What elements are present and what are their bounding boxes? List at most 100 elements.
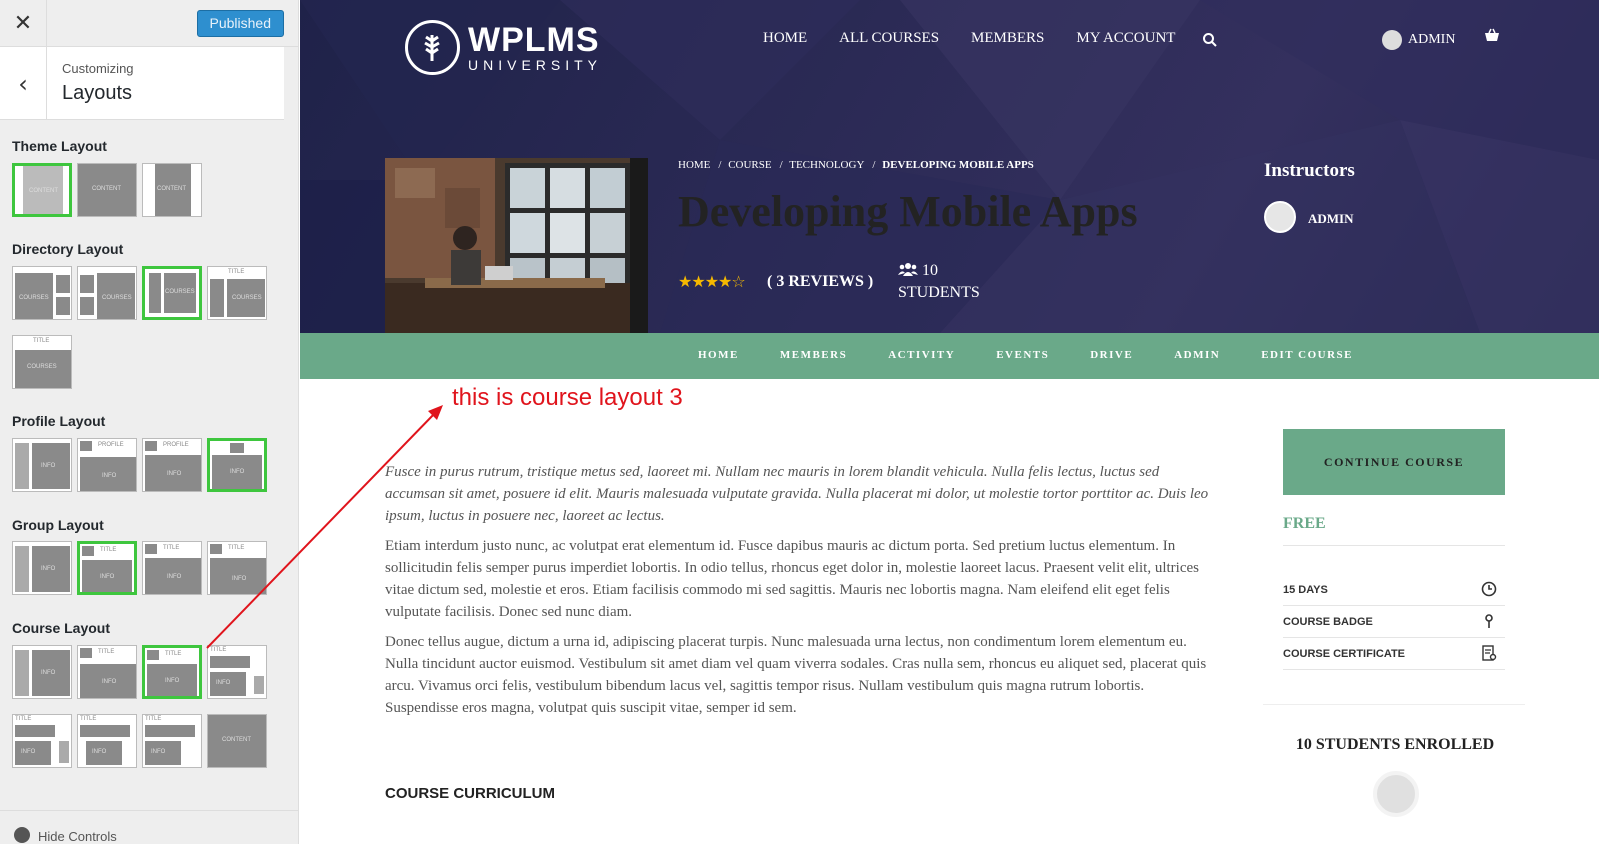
breadcrumb-technology[interactable]: TECHNOLOGY	[789, 159, 864, 171]
course-layout-option-1[interactable]: INFO	[12, 645, 72, 699]
instructor-avatar[interactable]	[1264, 201, 1296, 233]
close-icon[interactable]: ✕	[0, 0, 47, 47]
customizer-footer: Hide Controls	[0, 810, 298, 844]
customizer-panel: ✕ Published ‹ Customizing Layouts Theme …	[0, 0, 299, 844]
profile-layout-option-1[interactable]: INFO	[12, 438, 72, 492]
course-description: Fusce in purus rutrum, tristique metus s…	[385, 461, 1217, 727]
course-tab-drive[interactable]: DRIVE	[1090, 349, 1133, 361]
nav-my-account[interactable]: MY ACCOUNT	[1076, 30, 1175, 47]
directory-layout-option-5[interactable]: TITLE COURSES	[12, 335, 72, 389]
students-label: STUDENTS	[898, 284, 980, 301]
students-count: 10	[922, 262, 938, 279]
course-layout-option-5[interactable]: TITLE INFO	[12, 714, 72, 768]
description-paragraph: Donec tellus augue, dictum a urna id, ad…	[385, 634, 1207, 716]
theme-layout-heading: Theme Layout	[12, 138, 107, 154]
course-certificate: COURSE CERTIFICATE	[1283, 645, 1505, 661]
group-layout-option-2[interactable]: TITLE INFO	[77, 541, 137, 595]
site-logo[interactable]: WPLMS UNIVERSITY	[405, 20, 602, 75]
search-icon[interactable]	[1202, 32, 1218, 48]
theme-layout-option-3[interactable]: CONTENT	[142, 163, 202, 217]
nav-all-courses[interactable]: ALL COURSES	[839, 30, 939, 47]
continue-course-button[interactable]: CONTINUE COURSE	[1283, 429, 1505, 495]
cart-icon[interactable]	[1483, 28, 1501, 46]
course-hero: WPLMS UNIVERSITY HOME ALL COURSES MEMBER…	[300, 0, 1599, 333]
theme-layout-option-1[interactable]: CONTENT	[12, 163, 72, 217]
profile-layout-option-2[interactable]: PROFILE INFO	[77, 438, 137, 492]
customizer-top-bar: ✕ Published	[0, 0, 298, 47]
group-layout-heading: Group Layout	[12, 517, 104, 533]
course-layout-heading: Course Layout	[12, 620, 111, 636]
divider	[1283, 605, 1505, 606]
instructor-name[interactable]: ADMIN	[1308, 211, 1354, 227]
profile-layout-option-4[interactable]: INFO	[207, 438, 267, 492]
directory-layout-option-1[interactable]: COURSES	[12, 266, 72, 320]
reviews-count[interactable]: ( 3 REVIEWS )	[767, 273, 873, 291]
hide-controls-button[interactable]: Hide Controls	[38, 829, 117, 844]
breadcrumb-current: DEVELOPING MOBILE APPS	[882, 159, 1034, 171]
students-enrolled: 10 STUDENTS ENROLLED	[1295, 736, 1495, 753]
user-name: ADMIN	[1408, 32, 1456, 47]
course-layout-option-3[interactable]: TITLE INFO	[142, 645, 202, 699]
customizer-section-header: ‹ Customizing Layouts	[0, 47, 284, 120]
laurel-seal-icon	[405, 20, 460, 75]
course-duration: 15 DAYS	[1283, 581, 1505, 597]
clock-icon	[1481, 581, 1497, 597]
course-layout-option-4[interactable]: TITLE INFO	[207, 645, 267, 699]
breadcrumb: HOME / COURSE / TECHNOLOGY / DEVELOPING MOB…	[678, 159, 1034, 171]
course-layout-option-7[interactable]: TITLE INFO	[142, 714, 202, 768]
course-badge: COURSE BADGE	[1283, 614, 1505, 628]
customizer-title: Layouts	[62, 82, 133, 104]
course-title: Developing Mobile Apps	[678, 187, 1138, 236]
divider	[1263, 704, 1525, 705]
certificate-icon	[1482, 645, 1497, 661]
group-layout-option-3[interactable]: TITLE INFO	[142, 541, 202, 595]
description-paragraph: Fusce in purus rutrum, tristique metus s…	[385, 464, 1209, 524]
course-tab-members[interactable]: MEMBERS	[780, 349, 847, 361]
back-icon[interactable]: ‹	[0, 47, 47, 120]
description-paragraph: Etiam interdum justo nunc, ac volutpat e…	[385, 538, 1199, 620]
breadcrumb-home[interactable]: HOME	[678, 159, 710, 171]
course-tab-edit-course[interactable]: EDIT COURSE	[1261, 349, 1353, 361]
directory-layout-option-2[interactable]: COURSES	[77, 266, 137, 320]
directory-layout-option-4[interactable]: TITLE COURSES	[207, 266, 267, 320]
divider	[1283, 545, 1505, 546]
directory-layout-heading: Directory Layout	[12, 241, 124, 257]
logo-sub-text: UNIVERSITY	[468, 56, 603, 73]
badge-icon	[1485, 614, 1493, 628]
course-tab-events[interactable]: EVENTS	[996, 349, 1049, 361]
divider	[1283, 637, 1505, 638]
breadcrumb-course[interactable]: COURSE	[728, 159, 771, 171]
logo-main-text: WPLMS	[468, 20, 600, 59]
theme-layout-option-2[interactable]: CONTENT	[77, 163, 137, 217]
profile-layout-option-3[interactable]: PROFILE INFO	[142, 438, 202, 492]
course-layout-option-2[interactable]: TITLE INFO	[77, 645, 137, 699]
annotation-text: this is course layout 3	[452, 384, 683, 411]
avatar	[1382, 30, 1402, 50]
course-layout-option-6[interactable]: TITLE INFO	[77, 714, 137, 768]
divider	[1283, 669, 1505, 670]
curriculum-heading: COURSE CURRICULUM	[385, 785, 555, 802]
course-subnav: HOME MEMBERS ACTIVITY EVENTS DRIVE ADMIN…	[300, 333, 1599, 379]
student-avatar[interactable]	[1373, 771, 1419, 817]
publish-button[interactable]: Published	[196, 10, 284, 37]
group-layout-option-4[interactable]: TITLE INFO	[207, 541, 267, 595]
instructors-heading: Instructors	[1264, 160, 1355, 181]
directory-layout-option-3[interactable]: COURSES	[142, 266, 202, 320]
course-price: FREE	[1283, 515, 1326, 532]
users-icon	[898, 263, 918, 276]
course-tab-admin[interactable]: ADMIN	[1174, 349, 1220, 361]
nav-home[interactable]: HOME	[763, 30, 807, 47]
main-navigation: HOME ALL COURSES MEMBERS MY ACCOUNT	[763, 30, 1207, 47]
star-rating-icon: ★★★★☆	[678, 272, 746, 291]
nav-members[interactable]: MEMBERS	[971, 30, 1044, 47]
customizer-subheading: Customizing	[62, 61, 134, 76]
course-tab-activity[interactable]: ACTIVITY	[888, 349, 955, 361]
course-featured-image	[385, 158, 648, 333]
site-preview: WPLMS UNIVERSITY HOME ALL COURSES MEMBER…	[300, 0, 1599, 844]
course-layout-option-8[interactable]: CONTENT	[207, 714, 267, 768]
hide-controls-icon[interactable]	[14, 827, 30, 843]
group-layout-option-1[interactable]: INFO	[12, 541, 72, 595]
course-tab-home[interactable]: HOME	[698, 349, 739, 361]
profile-layout-heading: Profile Layout	[12, 413, 106, 429]
user-menu[interactable]: ADMIN	[1382, 30, 1455, 50]
